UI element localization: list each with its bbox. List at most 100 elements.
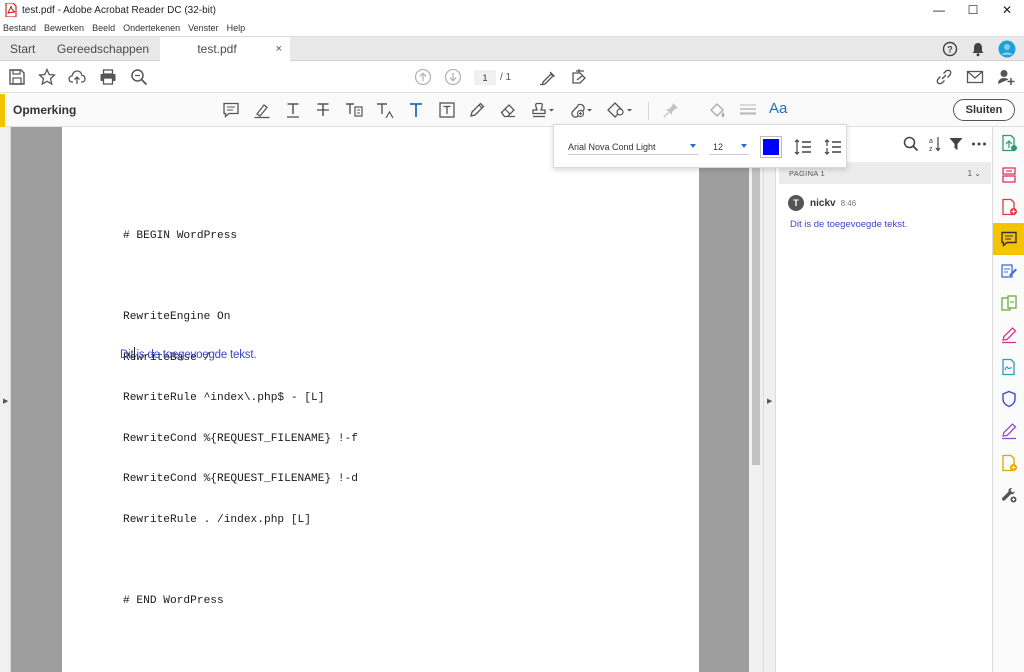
stamp-dropdown-icon[interactable] <box>531 101 557 119</box>
added-text-annotation[interactable]: Dit is de toegevoegde tekst. <box>120 347 257 361</box>
strikethrough-text-icon[interactable] <box>314 101 332 119</box>
page-gutter-right <box>699 127 749 672</box>
save-icon[interactable] <box>8 68 26 86</box>
expand-left-icon[interactable]: ▶ <box>3 397 8 405</box>
rail-send-for-signature[interactable] <box>993 351 1024 383</box>
comment-icon <box>1001 231 1017 248</box>
menu-beeld[interactable]: Beeld <box>92 23 115 33</box>
menu-ondertekenen[interactable]: Ondertekenen <box>123 23 180 33</box>
menu-bewerken[interactable]: Bewerken <box>44 23 84 33</box>
line-spacing-icon[interactable] <box>794 138 812 156</box>
rail-export-pdf[interactable] <box>993 127 1024 159</box>
sticky-note-icon[interactable] <box>222 101 240 119</box>
star-icon[interactable] <box>38 68 56 86</box>
rail-customize-tools[interactable] <box>993 479 1024 511</box>
previous-page-icon[interactable] <box>414 68 432 86</box>
page-total: / 1 <box>500 72 512 83</box>
bell-icon[interactable] <box>971 41 985 57</box>
rail-more-tools[interactable] <box>993 447 1024 479</box>
shapes-dropdown-icon[interactable] <box>607 101 635 119</box>
page-comment-count: 1 ⌄ <box>967 168 981 178</box>
menu-venster[interactable]: Venster <box>188 23 219 33</box>
rail-comment[interactable] <box>993 223 1024 255</box>
next-page-icon[interactable] <box>444 68 462 86</box>
page-section-label: PAGINA 1 <box>789 168 826 178</box>
user-avatar-icon[interactable] <box>998 40 1016 58</box>
document-view: ▶ # BEGIN WordPress RewriteEngine On Rew… <box>0 127 763 672</box>
text-properties-icon[interactable]: Aa <box>769 100 791 118</box>
code-line: RewriteEngine On <box>123 311 231 323</box>
acrobat-app-icon <box>5 3 17 17</box>
comment-item[interactable]: T nickv 8:46 Dit is de toegevoegde tekst… <box>788 195 907 230</box>
code-line: # END WordPress <box>123 594 224 607</box>
menu-help[interactable]: Help <box>227 23 246 33</box>
sort-icon[interactable]: az <box>926 135 942 153</box>
replace-text-icon[interactable] <box>345 101 363 119</box>
rail-create-pdf[interactable] <box>993 191 1024 223</box>
sign-pen-icon[interactable] <box>539 68 557 86</box>
print-icon[interactable] <box>99 68 117 86</box>
help-icon[interactable]: ? <box>942 41 958 57</box>
tab-tools[interactable]: Gereedschappen <box>57 37 149 61</box>
page-navigation: / 1 <box>474 70 511 85</box>
code-line: RewriteRule ^index\.php$ - [L] <box>123 392 325 404</box>
zoom-search-icon[interactable] <box>130 68 148 86</box>
share-link-icon[interactable] <box>935 68 953 86</box>
text-color-fill <box>763 139 779 155</box>
text-box-icon[interactable] <box>438 101 456 119</box>
font-size-dropdown[interactable]: 12 <box>709 139 749 155</box>
pencil-draw-icon[interactable] <box>468 101 486 119</box>
mail-icon[interactable] <box>966 68 984 86</box>
create-pdf-icon <box>1002 198 1017 216</box>
comment-toolbar-label: Opmerking <box>13 103 77 117</box>
maximize-button[interactable]: ☐ <box>956 0 990 20</box>
pin-icon[interactable] <box>662 101 680 119</box>
rail-certificates[interactable] <box>993 415 1024 447</box>
page-code-text: # BEGIN WordPress RewriteEngine On Rewri… <box>123 203 358 635</box>
font-family-value: Arial Nova Cond Light <box>568 141 656 152</box>
vertical-scrollbar[interactable] <box>749 127 763 672</box>
scrollbar-thumb[interactable] <box>752 127 760 465</box>
pdf-page[interactable]: # BEGIN WordPress RewriteEngine On Rewri… <box>62 127 699 672</box>
paragraph-spacing-icon[interactable] <box>824 138 842 156</box>
fill-sign-icon[interactable] <box>570 68 588 86</box>
filter-icon[interactable] <box>948 135 964 153</box>
fill-color-icon[interactable] <box>708 101 726 119</box>
left-panel-toggle[interactable]: ▶ <box>0 127 11 672</box>
right-panel-toggle[interactable]: ▶ <box>763 127 776 672</box>
search-icon[interactable] <box>903 135 919 153</box>
edit-pdf-icon <box>1001 264 1017 278</box>
add-text-icon[interactable] <box>407 101 425 119</box>
rail-fill-sign[interactable] <box>993 319 1024 351</box>
attach-file-dropdown-icon[interactable] <box>568 101 594 119</box>
close-window-button[interactable]: ✕ <box>990 0 1024 20</box>
code-line: # BEGIN WordPress <box>123 230 238 242</box>
main-toolbar: / 1 <box>0 62 1024 93</box>
page-number-input[interactable] <box>474 70 496 85</box>
export-icon <box>1001 295 1017 311</box>
comment-toolbar: Opmerking Aa Sluiten <box>0 94 1024 127</box>
underline-text-icon[interactable] <box>284 101 302 119</box>
close-comment-button[interactable]: Sluiten <box>953 99 1015 121</box>
code-line: RewriteCond %{REQUEST_FILENAME} !-d <box>123 473 358 485</box>
more-options-icon[interactable] <box>971 135 987 153</box>
rail-organize-pages[interactable] <box>993 159 1024 191</box>
menu-bestand[interactable]: Bestand <box>3 23 36 33</box>
cloud-upload-icon[interactable] <box>68 68 86 86</box>
font-family-dropdown[interactable]: Arial Nova Cond Light <box>568 139 698 155</box>
eraser-icon[interactable] <box>499 101 517 119</box>
rail-edit-pdf[interactable] <box>993 255 1024 287</box>
add-user-icon[interactable] <box>997 68 1015 86</box>
line-weight-icon[interactable] <box>739 101 757 119</box>
minimize-button[interactable]: — <box>922 0 956 20</box>
tab-start[interactable]: Start <box>10 37 35 61</box>
text-color-swatch[interactable] <box>760 136 782 158</box>
collapse-right-icon[interactable]: ▶ <box>767 397 772 405</box>
tab-close-icon[interactable]: × <box>276 43 282 55</box>
tab-document[interactable]: test.pdf × <box>160 37 290 61</box>
rail-protect[interactable] <box>993 383 1024 415</box>
rail-export[interactable] <box>993 287 1024 319</box>
insert-text-icon[interactable] <box>376 101 394 119</box>
highlight-icon[interactable] <box>253 101 271 119</box>
